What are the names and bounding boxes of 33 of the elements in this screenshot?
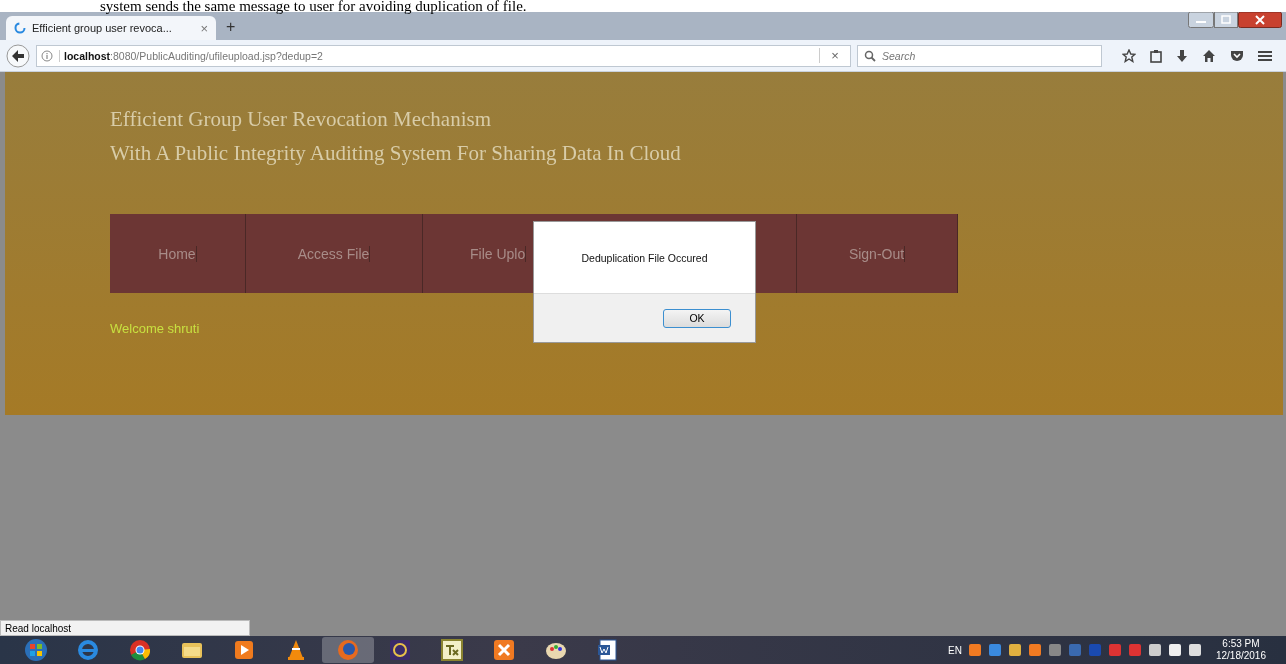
tray-icon[interactable] [1167,643,1182,657]
restore-icon[interactable] [1214,12,1238,28]
search-icon [864,49,876,62]
tray-icon[interactable] [1147,643,1162,657]
clipboard-icon[interactable] [1150,48,1162,63]
home-icon[interactable] [1202,48,1216,63]
close-tab-button[interactable]: × [200,20,208,36]
search-field[interactable]: Search [857,44,1102,67]
browser-tab[interactable]: Efficient group user revoca... × [6,16,216,40]
language-indicator[interactable]: EN [948,644,962,656]
alert-message: Deduplication File Occured [581,251,708,264]
welcome-text: Welcome shruti [110,321,200,336]
site-title: Efficient Group User Revocation Mechanism [110,107,491,131]
tray-icon[interactable] [1027,643,1042,657]
site-title: With A Public Integrity Auditing System For Sharing Data In Cloud [110,141,681,165]
ok-button[interactable]: OK [663,308,731,328]
clear-button[interactable]: × [819,48,850,63]
menu-icon[interactable] [1258,49,1272,62]
minimize-icon[interactable] [1188,12,1214,28]
pocket-icon[interactable] [1230,49,1244,62]
document-text: system sends the same message to user for avoiding duplication of file. [100,0,527,12]
tray-icon[interactable] [1007,643,1022,657]
star-icon[interactable] [1122,48,1136,63]
new-tab-button[interactable]: + [216,18,246,40]
clock[interactable]: 6:53 PM 12/18/2016 [1215,638,1266,662]
status-text: Read localhost [0,620,250,636]
close-icon[interactable] [1238,12,1282,28]
tray-icon[interactable] [1187,643,1202,657]
loading-icon [14,22,26,34]
info-icon [41,49,53,62]
back-button[interactable] [6,43,30,68]
download-icon[interactable] [1176,48,1188,63]
address-bar[interactable]: localhost:8080/PublicAuditing/ufileupload.jsp?dedup=2 × [36,44,851,67]
